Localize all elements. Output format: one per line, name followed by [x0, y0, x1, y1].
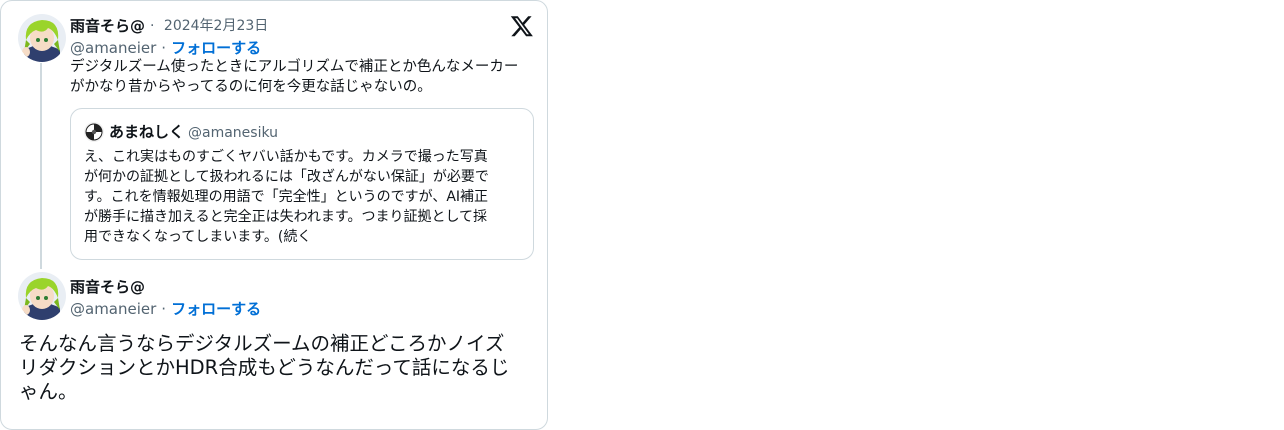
main-tweet-text-line: そんなん言うならデジタルズームの補正どころかノイズ	[19, 332, 505, 355]
separator-dot: ·	[161, 300, 167, 318]
avatar[interactable]	[18, 14, 66, 62]
tweet-text-line: デジタルズーム使ったときにアルゴリズムで補正とか色んなメーカー	[70, 59, 519, 75]
author-name[interactable]: 雨音そら@	[70, 276, 145, 297]
embedded-tweet-card: 雨音そら@ · 2024年2月23日 @amaneier · フォローする デジタル…	[0, 0, 548, 430]
x-logo-icon[interactable]	[510, 14, 534, 38]
quoted-tweet-body: え、これ実はものすごくヤバい話かもです。カメラで撮った写真 が何かの証拠として扱…	[84, 147, 520, 247]
author-handle[interactable]: @amaneier	[70, 300, 156, 318]
separator-dot: ·	[161, 39, 167, 57]
quoted-tweet[interactable]: あまねしく @amanesiku え、これ実はものすごくヤバい話かもです。カメラで…	[70, 108, 534, 260]
avatar[interactable]	[18, 272, 66, 320]
author-handle[interactable]: @amaneier	[70, 39, 156, 57]
tweet-body: デジタルズーム使ったときにアルゴリズムで補正とか色んなメーカー がかなり昔からや…	[70, 57, 540, 97]
follow-button[interactable]: フォローする	[171, 300, 261, 318]
quoted-author-row: あまねしく @amanesiku	[109, 121, 278, 142]
tweet-date[interactable]: 2024年2月23日	[164, 18, 268, 34]
tweet-date-row: · 2024年2月23日	[150, 15, 268, 35]
main-tweet-body: そんなん言うならデジタルズームの補正どころかノイズ リダクションとかHDR合成も…	[19, 332, 539, 404]
quoted-avatar	[84, 122, 104, 142]
handle-row: @amaneier · フォローする	[70, 37, 261, 58]
quoted-text-line: が何かの証拠として扱われるには「改ざんがない保証」が必要で	[84, 169, 489, 185]
quoted-author-name: あまねしく	[109, 123, 185, 141]
main-tweet-text-line: ゃん。	[19, 380, 78, 403]
separator-dot: ·	[150, 18, 155, 34]
main-tweet-text-line: リダクションとかHDR合成もどうなんだって話になるじ	[19, 356, 510, 379]
quoted-text-line: 用できなくなってしまいます。(続く	[84, 229, 312, 245]
quoted-text-line: が勝手に描き加えると完全正は失われます。つまり証拠として採	[84, 209, 488, 225]
tweet-text-line: がかなり昔からやってるのに何を今更な話じゃないの。	[70, 79, 432, 95]
quoted-text-line: す。これを情報処理の用語で「完全性」というのですが、AI補正	[84, 189, 489, 205]
quoted-author-handle: @amanesiku	[188, 125, 279, 141]
author-name[interactable]: 雨音そら@	[70, 15, 145, 36]
handle-row: @amaneier · フォローする	[70, 298, 261, 319]
quoted-text-line: え、これ実はものすごくヤバい話かもです。カメラで撮った写真	[84, 149, 488, 165]
follow-button[interactable]: フォローする	[171, 39, 261, 57]
thread-connector-line	[40, 63, 42, 269]
